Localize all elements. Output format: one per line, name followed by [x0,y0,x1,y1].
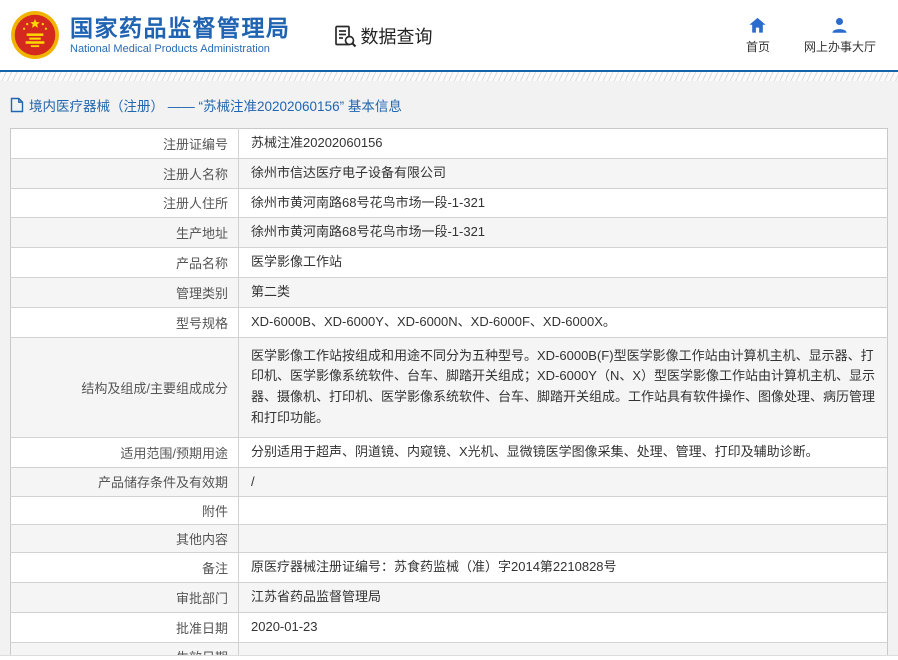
row-label: 备注 [11,553,239,583]
row-value [239,525,888,553]
row-label: 其他内容 [11,525,239,553]
row-value: 医学影像工作站 [239,248,888,278]
table-row: 审批部门江苏省药品监督管理局 [11,583,888,613]
table-row: 注册证编号苏械注准20202060156 [11,129,888,159]
nav-service-hall-label: 网上办事大厅 [804,38,876,55]
data-query-label: 数据查询 [361,23,433,49]
document-search-icon [333,24,357,48]
row-label: 产品名称 [11,248,239,278]
national-emblem-icon [10,10,60,60]
row-value: 原医疗器械注册证编号：苏食药监械（准）字2014第2210828号 [239,553,888,583]
row-value: 江苏省药品监督管理局 [239,583,888,613]
hatch-band [0,72,898,81]
row-value: 苏械注准20202060156 [239,129,888,159]
row-label: 产品储存条件及有效期 [11,467,239,497]
table-row: 注册人住所徐州市黄河南路68号花鸟市场一段-1-321 [11,188,888,218]
row-label: 型号规格 [11,307,239,337]
info-table: 注册证编号苏械注准20202060156注册人名称徐州市信达医疗电子设备有限公司… [10,128,888,660]
table-row: 备注原医疗器械注册证编号：苏食药监械（准）字2014第2210828号 [11,553,888,583]
table-row: 型号规格XD-6000B、XD-6000Y、XD-6000N、XD-6000F、… [11,307,888,337]
breadcrumb: 境内医疗器械（注册） —— “苏械注准20202060156” 基本信息 [10,95,888,115]
nav-home-label: 首页 [746,38,770,55]
row-label: 注册证编号 [11,129,239,159]
row-label: 管理类别 [11,277,239,307]
main-content: 境内医疗器械（注册） —— “苏械注准20202060156” 基本信息 注册证… [0,81,898,660]
table-row: 产品名称医学影像工作站 [11,248,888,278]
org-names: 国家药品监督管理局 National Medical Products Admi… [70,15,291,55]
table-row: 产品储存条件及有效期/ [11,467,888,497]
table-row: 批准日期2020-01-23 [11,612,888,642]
breadcrumb-text: 境内医疗器械（注册） —— “苏械注准20202060156” 基本信息 [29,95,402,115]
table-row: 适用范围/预期用途分别适用于超声、阴道镜、内窥镜、X光机、显微镜医学图像采集、处… [11,437,888,467]
row-label: 附件 [11,497,239,525]
row-value: 医学影像工作站按组成和用途不同分为五种型号。XD-6000B(F)型医学影像工作… [239,337,888,437]
row-value: 徐州市信达医疗电子设备有限公司 [239,158,888,188]
document-icon [10,97,24,113]
row-value: 徐州市黄河南路68号花鸟市场一段-1-321 [239,188,888,218]
row-value: 徐州市黄河南路68号花鸟市场一段-1-321 [239,218,888,248]
row-label: 生产地址 [11,218,239,248]
table-row: 生产地址徐州市黄河南路68号花鸟市场一段-1-321 [11,218,888,248]
table-row: 管理类别第二类 [11,277,888,307]
table-row: 注册人名称徐州市信达医疗电子设备有限公司 [11,158,888,188]
data-query-title: 数据查询 [333,23,433,49]
row-label: 批准日期 [11,612,239,642]
table-row: 其他内容 [11,525,888,553]
row-value: 第二类 [239,277,888,307]
row-label: 注册人住所 [11,188,239,218]
table-row: 结构及组成/主要组成成分医学影像工作站按组成和用途不同分为五种型号。XD-600… [11,337,888,437]
home-icon [748,16,767,35]
row-value: XD-6000B、XD-6000Y、XD-6000N、XD-6000F、XD-6… [239,307,888,337]
row-label: 注册人名称 [11,158,239,188]
nav-service-hall[interactable]: 网上办事大厅 [804,16,876,55]
row-value: 分别适用于超声、阴道镜、内窥镜、X光机、显微镜医学图像采集、处理、管理、打印及辅… [239,437,888,467]
row-value: 2020-01-23 [239,612,888,642]
row-label: 审批部门 [11,583,239,613]
row-value [239,497,888,525]
footer-strip [0,655,898,660]
row-value: / [239,467,888,497]
org-name-en: National Medical Products Administration [70,43,291,55]
org-name-cn: 国家药品监督管理局 [70,15,291,41]
info-table-body: 注册证编号苏械注准20202060156注册人名称徐州市信达医疗电子设备有限公司… [11,129,888,660]
row-label: 适用范围/预期用途 [11,437,239,467]
site-logo[interactable]: 国家药品监督管理局 National Medical Products Admi… [10,10,291,60]
table-row: 附件 [11,497,888,525]
nav-home[interactable]: 首页 [746,16,770,55]
site-header: 国家药品监督管理局 National Medical Products Admi… [0,0,898,70]
user-icon [830,16,849,35]
row-label: 结构及组成/主要组成成分 [11,337,239,437]
